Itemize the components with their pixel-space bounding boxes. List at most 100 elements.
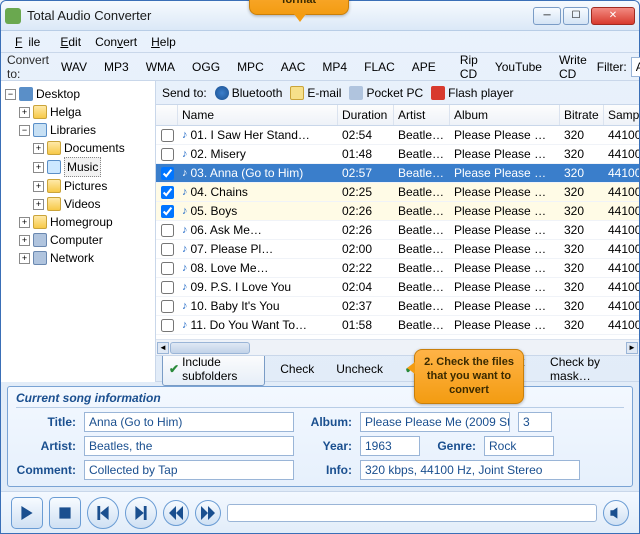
sendto-flash[interactable]: Flash player — [431, 86, 513, 100]
row-checkbox[interactable] — [161, 224, 174, 237]
format-ogg[interactable]: OGG — [185, 57, 227, 77]
check-by-mask-button[interactable]: Check by mask… — [543, 352, 633, 386]
table-row[interactable]: ♪04. Chains02:25Beatles…Please Please Me… — [156, 183, 639, 202]
table-row[interactable]: ♪08. Love Me…02:22Beatles…Please Please … — [156, 259, 639, 278]
tree-pictures[interactable]: Pictures — [64, 177, 107, 195]
bluetooth-icon — [215, 86, 229, 100]
next-button[interactable] — [125, 497, 157, 529]
prev-button[interactable] — [87, 497, 119, 529]
uncheck-button[interactable]: Uncheck — [329, 359, 390, 379]
format-wma[interactable]: WMA — [139, 57, 182, 77]
music-note-icon: ♪ — [182, 167, 188, 179]
row-checkbox[interactable] — [161, 300, 174, 313]
row-checkbox[interactable] — [161, 281, 174, 294]
progress-bar[interactable] — [227, 504, 597, 522]
filter-select[interactable]: All suitab — [631, 57, 640, 77]
tree-helga[interactable]: Helga — [50, 103, 81, 121]
value-comment[interactable]: Collected by Tap — [84, 460, 294, 480]
tree-homegroup[interactable]: Homegroup — [50, 213, 113, 231]
table-row[interactable]: ♪02. Misery01:48Beatles…Please Please Me… — [156, 145, 639, 164]
tree-twist[interactable]: + — [33, 143, 44, 154]
format-aac[interactable]: AAC — [274, 57, 313, 77]
music-icon — [47, 160, 61, 174]
folder-tree[interactable]: − Desktop + Helga − Libraries + Documents + M… — [1, 81, 156, 382]
list-header[interactable]: Name Duration Artist Album Bitrate Sampl… — [156, 105, 639, 126]
col-bitrate: Bitrate — [560, 105, 604, 125]
sendto-bluetooth[interactable]: Bluetooth — [215, 86, 283, 100]
tool-write-cd[interactable]: Write CD — [552, 50, 594, 84]
col-artist: Artist — [394, 105, 450, 125]
menu-convert[interactable]: Convert — [89, 33, 143, 51]
tree-twist[interactable]: + — [33, 181, 44, 192]
tree-twist[interactable]: + — [19, 107, 30, 118]
row-checkbox[interactable] — [161, 262, 174, 275]
pda-icon — [349, 86, 363, 100]
music-note-icon: ♪ — [182, 224, 188, 236]
horizontal-scrollbar[interactable]: ◄► — [156, 339, 639, 355]
play-button[interactable] — [11, 497, 43, 529]
music-note-icon: ♪ — [182, 262, 188, 274]
value-album[interactable]: Please Please Me (2009 Stereo — [360, 412, 510, 432]
tree-network[interactable]: Network — [50, 249, 94, 267]
row-checkbox[interactable] — [161, 319, 174, 332]
volume-button[interactable] — [603, 500, 629, 526]
row-checkbox[interactable] — [161, 205, 174, 218]
music-note-icon: ♪ — [182, 300, 188, 312]
format-mp3[interactable]: MP3 — [97, 57, 136, 77]
value-genre[interactable]: Rock — [484, 436, 554, 456]
row-checkbox[interactable] — [161, 167, 174, 180]
tree-computer[interactable]: Computer — [50, 231, 103, 249]
value-year[interactable]: 1963 — [360, 436, 420, 456]
table-row[interactable]: ♪06. Ask Me…02:26Beatles…Please Please M… — [156, 221, 639, 240]
format-mpc[interactable]: MPC — [230, 57, 271, 77]
row-checkbox[interactable] — [161, 148, 174, 161]
value-title[interactable]: Anna (Go to Him) — [84, 412, 294, 432]
value-track[interactable]: 3 — [518, 412, 552, 432]
forward-button[interactable] — [195, 500, 221, 526]
table-row[interactable]: ♪01. I Saw Her Stand…02:54Beatles…Please… — [156, 126, 639, 145]
tree-desktop[interactable]: Desktop — [36, 85, 80, 103]
tree-twist[interactable]: + — [19, 235, 30, 246]
label-comment: Comment: — [16, 463, 76, 477]
tree-twist[interactable]: + — [33, 162, 44, 173]
menu-file[interactable]: File — [9, 33, 52, 51]
row-checkbox[interactable] — [161, 186, 174, 199]
format-ape[interactable]: APE — [405, 57, 443, 77]
format-wav[interactable]: WAV — [54, 57, 94, 77]
tree-twist[interactable]: + — [19, 253, 30, 264]
sendto-email[interactable]: E-mail — [290, 86, 341, 100]
stop-button[interactable] — [49, 497, 81, 529]
sendto-pocketpc[interactable]: Pocket PC — [349, 86, 423, 100]
tree-twist[interactable]: − — [19, 125, 30, 136]
include-subfolders-toggle[interactable]: ✔Include subfolders — [162, 352, 265, 386]
format-mp4[interactable]: MP4 — [315, 57, 354, 77]
tree-videos[interactable]: Videos — [64, 195, 100, 213]
tree-music[interactable]: Music — [64, 157, 101, 177]
close-button[interactable]: ✕ — [591, 7, 635, 25]
row-checkbox[interactable] — [161, 243, 174, 256]
tree-twist[interactable]: − — [5, 89, 16, 100]
tree-twist[interactable]: + — [19, 217, 30, 228]
menu-edit[interactable]: Edit — [54, 33, 87, 51]
tool-rip-cd[interactable]: Rip CD — [453, 50, 485, 84]
check-button[interactable]: Check — [273, 359, 321, 379]
tree-twist[interactable]: + — [33, 199, 44, 210]
tool-youtube[interactable]: YouTube — [488, 57, 549, 77]
row-checkbox[interactable] — [161, 129, 174, 142]
maximize-button[interactable]: ☐ — [563, 7, 589, 25]
rewind-button[interactable] — [163, 500, 189, 526]
table-row[interactable]: ♪03. Anna (Go to Him)02:57Beatles…Please… — [156, 164, 639, 183]
table-row[interactable]: ♪09. P.S. I Love You02:04Beatles…Please … — [156, 278, 639, 297]
table-row[interactable]: ♪10. Baby It's You02:37Beatles…Please Pl… — [156, 297, 639, 316]
menu-help[interactable]: Help — [145, 33, 182, 51]
tree-documents[interactable]: Documents — [64, 139, 125, 157]
label-album: Album: — [302, 415, 352, 429]
table-row[interactable]: ♪07. Please Pl…02:00Beatles…Please Pleas… — [156, 240, 639, 259]
table-row[interactable]: ♪05. Boys02:26Beatles…Please Please Me …… — [156, 202, 639, 221]
table-row[interactable]: ♪11. Do You Want To…01:58Beatles…Please … — [156, 316, 639, 335]
callout-check-files: 2. Check the files that you want to conv… — [414, 349, 524, 404]
format-flac[interactable]: FLAC — [357, 57, 402, 77]
minimize-button[interactable]: ─ — [533, 7, 561, 25]
tree-libraries[interactable]: Libraries — [50, 121, 96, 139]
value-artist[interactable]: Beatles, the — [84, 436, 294, 456]
